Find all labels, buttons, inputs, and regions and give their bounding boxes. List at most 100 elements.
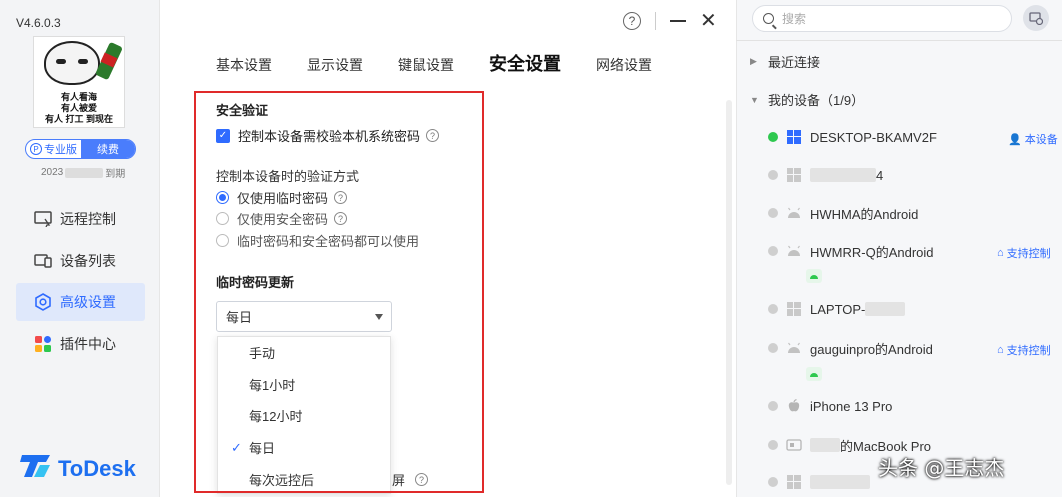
- device-row[interactable]: iPhone 13 Pro: [768, 396, 892, 416]
- minimize-icon[interactable]: [670, 20, 686, 22]
- android-small-icon: [806, 269, 822, 283]
- device-name: DESKTOP-BKAMV2F: [810, 129, 937, 145]
- avatar-meme-face: [44, 41, 100, 85]
- search-icon: [763, 13, 774, 24]
- offline-status-dot: [768, 343, 778, 353]
- todesk-logo-icon: [20, 453, 52, 485]
- plugin-center-icon: [34, 335, 52, 353]
- sidebar-item-remote-control[interactable]: 远程控制: [16, 200, 145, 238]
- left-sidebar: V4.6.0.3 有人看海 有人被爱 有人 打工 到现在 P 专业版 续费 20…: [0, 0, 160, 497]
- avatar-eye: [56, 59, 66, 64]
- tab-display[interactable]: 显示设置: [307, 55, 363, 75]
- windows-icon: [786, 474, 802, 490]
- expire-suffix: 到期: [105, 169, 126, 180]
- redacted-name: [865, 302, 906, 316]
- mac-icon: [786, 437, 802, 453]
- divider: [655, 12, 656, 30]
- avatar-caption-3: 有人 打工 到现在: [44, 114, 113, 124]
- expire-redacted: [65, 167, 104, 178]
- sidebar-item-plugin-center[interactable]: 插件中心: [16, 325, 145, 363]
- avatar-caption-1: 有人看海: [60, 92, 97, 102]
- group-label: 我的设备（1/9）: [768, 93, 865, 108]
- android-small-icon: [806, 367, 822, 381]
- avatar[interactable]: 有人看海 有人被爱 有人 打工 到现在: [33, 36, 125, 128]
- remote-control-icon: [34, 210, 52, 228]
- offline-status-dot: [768, 170, 778, 180]
- device-search[interactable]: 搜索: [752, 5, 1012, 32]
- chevron-down-icon: ▼: [750, 94, 759, 105]
- online-status-dot: [768, 132, 778, 142]
- plan-badge: P 专业版 续费: [25, 139, 136, 159]
- android-icon: [786, 340, 802, 356]
- close-icon[interactable]: ✕: [700, 11, 717, 31]
- highlight-box: [194, 91, 484, 493]
- support-control-badge: ⌂ 支持控制: [997, 245, 1051, 261]
- avatar-caption-2: 有人被爱: [60, 103, 97, 113]
- group-my-devices[interactable]: ▼ 我的设备（1/9）: [750, 90, 864, 109]
- device-row[interactable]: gauguinpro的Android: [768, 338, 933, 358]
- advanced-settings-icon: [34, 293, 52, 311]
- expire-prefix: 2023: [41, 167, 64, 178]
- offline-status-dot: [768, 401, 778, 411]
- tab-keyboard-mouse[interactable]: 键鼠设置: [398, 55, 454, 75]
- tab-network[interactable]: 网络设置: [596, 55, 652, 75]
- offline-status-dot: [768, 440, 778, 450]
- expire-info: 2023 到期: [41, 165, 125, 180]
- badge-label: 支持控制: [1006, 345, 1051, 357]
- help-icon[interactable]: ?: [623, 12, 641, 30]
- settings-tabs: 基本设置 显示设置 键鼠设置 安全设置 网络设置: [216, 50, 687, 76]
- tab-security[interactable]: 安全设置: [489, 50, 561, 76]
- device-row[interactable]: [768, 472, 870, 492]
- device-row[interactable]: HWHMA的Android: [768, 203, 918, 223]
- device-name: 4: [876, 167, 884, 183]
- sidebar-item-label: 设备列表: [60, 253, 116, 269]
- device-row[interactable]: HWMRR-Q的Android: [768, 241, 934, 261]
- badge-label: 本设备: [1024, 134, 1058, 146]
- divider: [736, 40, 1062, 41]
- windows-icon: [786, 167, 802, 183]
- sidebar-item-device-list[interactable]: 设备列表: [16, 242, 145, 280]
- device-name: LAPTOP-: [810, 301, 866, 317]
- sidebar-item-advanced-settings[interactable]: 高级设置: [16, 283, 145, 321]
- tab-basic[interactable]: 基本设置: [216, 55, 272, 75]
- redacted-name: [810, 438, 840, 452]
- support-control-badge: ⌂ 支持控制: [997, 342, 1051, 358]
- device-name: HWMRR-Q的Android: [810, 244, 934, 260]
- redacted-name: [810, 475, 870, 489]
- windows-icon: [786, 301, 802, 317]
- windows-icon: [786, 129, 802, 145]
- avatar-eye: [78, 59, 88, 64]
- renew-button[interactable]: 续费: [81, 140, 135, 158]
- brand-name: ToDesk: [58, 456, 136, 481]
- group-label: 最近连接: [768, 55, 821, 70]
- device-row[interactable]: 4: [768, 165, 883, 185]
- redacted-name: [810, 168, 876, 182]
- control-icon: ⌂: [997, 344, 1004, 356]
- user-icon: 👤: [1008, 133, 1022, 146]
- sidebar-item-label: 插件中心: [60, 336, 116, 352]
- offline-status-dot: [768, 304, 778, 314]
- device-row[interactable]: LAPTOP-: [768, 299, 906, 319]
- apple-icon: [786, 398, 802, 414]
- plan-label: 专业版: [44, 144, 77, 156]
- device-name: HWHMA的Android: [810, 206, 919, 222]
- plan-pro: P 专业版: [26, 140, 81, 158]
- device-name: iPhone 13 Pro: [810, 398, 893, 414]
- search-placeholder: 搜索: [782, 12, 807, 26]
- chevron-right-icon: ▶: [750, 56, 757, 66]
- offline-status-dot: [768, 246, 778, 256]
- offline-status-dot: [768, 477, 778, 487]
- sidebar-item-label: 高级设置: [60, 294, 116, 310]
- this-device-badge: 👤 本设备: [1008, 131, 1058, 147]
- device-name: gauguinpro的Android: [810, 341, 933, 357]
- add-device-icon[interactable]: [1023, 5, 1049, 31]
- pro-p-icon: P: [30, 143, 42, 155]
- window-controls: ? ✕: [623, 11, 717, 31]
- offline-status-dot: [768, 208, 778, 218]
- group-recent[interactable]: ▶ 最近连接: [750, 52, 820, 71]
- badge-label: 支持控制: [1006, 248, 1051, 260]
- device-row[interactable]: DESKTOP-BKAMV2F: [768, 127, 937, 147]
- sidebar-item-label: 远程控制: [60, 211, 116, 227]
- settings-scrollbar[interactable]: [726, 100, 732, 485]
- watermark: 头条 @王志杰: [878, 456, 1005, 480]
